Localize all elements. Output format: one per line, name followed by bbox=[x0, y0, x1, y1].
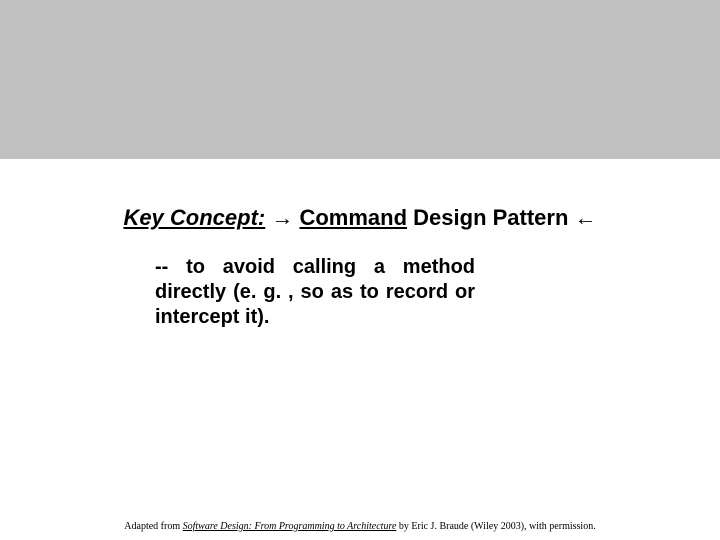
slide-title: Key Concept: → Command Design Pattern ← bbox=[0, 205, 720, 231]
arrow-right-icon: → bbox=[271, 205, 293, 230]
attribution-prefix: Adapted from bbox=[124, 521, 182, 532]
attribution-line: Adapted from Software Design: From Progr… bbox=[0, 521, 720, 532]
slide-canvas: Key Concept: → Command Design Pattern ← … bbox=[0, 159, 720, 540]
attribution-book-title: Software Design: From Programming to Arc… bbox=[183, 521, 397, 532]
attribution-suffix: by Eric J. Braude (Wiley 2003), with per… bbox=[396, 521, 595, 532]
arrow-left-icon: ← bbox=[575, 205, 597, 230]
slide-body-text: -- to avoid calling a method directly (e… bbox=[155, 255, 475, 330]
title-design-pattern: Design Pattern bbox=[407, 205, 568, 230]
title-key-concept: Key Concept: bbox=[123, 205, 265, 230]
title-command-word: Command bbox=[299, 205, 407, 230]
